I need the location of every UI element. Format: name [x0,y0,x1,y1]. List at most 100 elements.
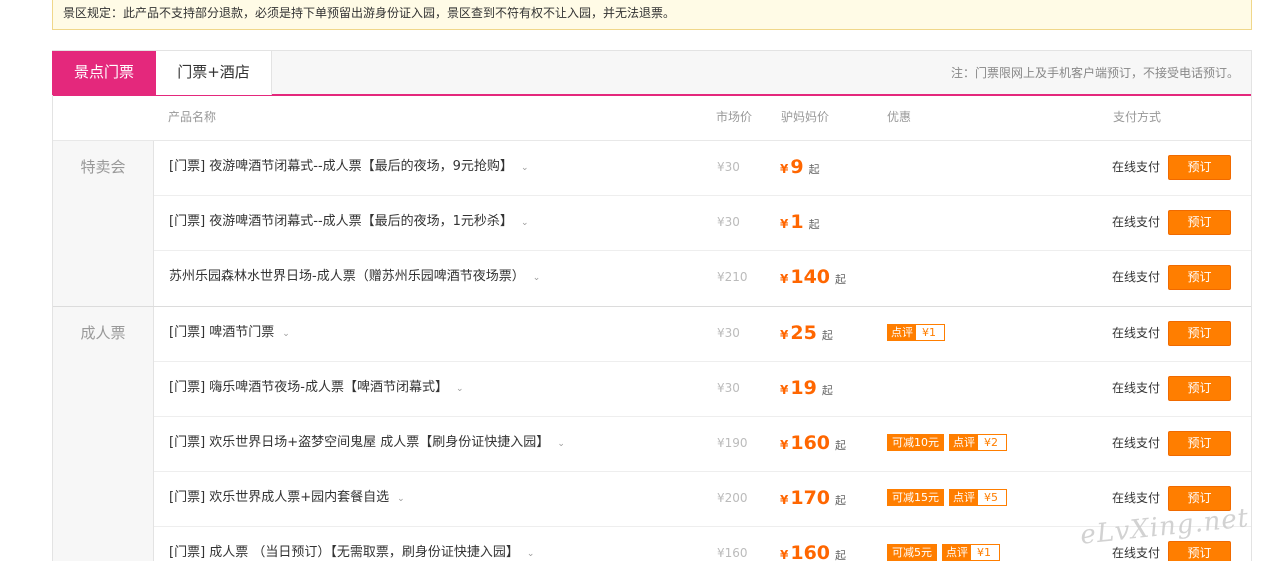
col-market-price: 市场价 [716,110,753,124]
table-row: [门票] 夜游啤酒节闭幕式--成人票【最后的夜场，1元秒杀】 ⌄ ¥30 ¥1 起 在线支… [154,196,1251,251]
notice-text: 景区规定：此产品不支持部分退款，必须是持下单预留出游身份证入园，景区查到不符有权… [63,6,676,20]
price-value: 160 [790,432,831,454]
product-name-text: [门票] 欢乐世界成人票+园内套餐自选 [169,490,390,505]
review-badge: 点评 ¥2 [949,434,1007,451]
product-name[interactable]: [门票] 欢乐世界成人票+园内套餐自选 ⌄ [169,472,405,525]
table-row: [门票] 嗨乐啤酒节夜场-成人票【啤酒节闭幕式】 ⌄ ¥30 ¥19 起 在线支付 预订 [154,362,1251,417]
col-discount: 优惠 [887,110,912,124]
reduce-badge: 可减15元 [887,489,944,506]
payment-method: 在线支付 [1112,381,1161,395]
price-from-label: 起 [821,384,833,397]
price-value: 170 [790,487,831,509]
price-from-label: 起 [835,549,847,561]
product-name[interactable]: [门票] 啤酒节门票 ⌄ [169,307,290,360]
table-row: [门票] 欢乐世界日场+盗梦空间鬼屋 成人票【刷身份证快捷入园】 ⌄ ¥190 ¥16… [154,417,1251,472]
col-lvmama-price: 驴妈妈价 [781,110,830,124]
price-value: 1 [790,211,804,233]
review-badge-value: ¥1 [977,546,991,559]
chevron-down-icon[interactable]: ⌄ [527,528,535,561]
product-name-text: [门票] 成人票 （当日预订）【无需取票，刷身份证快捷入园】 [169,545,519,560]
review-badge-label: 点评 [950,435,978,450]
lvmama-price: ¥160 起 [780,527,846,561]
table-row: [门票] 欢乐世界成人票+园内套餐自选 ⌄ ¥200 ¥170 起可减15元 点评 ¥5 在线… [154,472,1251,527]
review-badge: 点评 ¥5 [949,489,1007,506]
market-price: ¥30 [717,160,740,174]
price-from-label: 起 [808,163,820,176]
lvmama-price: ¥9 起 [780,141,820,196]
review-badge-value: ¥1 [922,326,936,339]
col-payment: 支付方式 [1113,110,1162,124]
review-badge-value: ¥5 [984,491,998,504]
product-name[interactable]: [门票] 欢乐世界日场+盗梦空间鬼屋 成人票【刷身份证快捷入园】 ⌄ [169,417,565,470]
chevron-down-icon[interactable]: ⌄ [397,473,405,525]
discount-tags: 可减5元 点评 ¥1 [887,544,1000,561]
product-name[interactable]: [门票] 夜游啤酒节闭幕式--成人票【最后的夜场，1元秒杀】 ⌄ [169,196,528,249]
chevron-down-icon[interactable]: ⌄ [533,252,541,304]
market-price: ¥160 [717,546,748,560]
book-button[interactable]: 预订 [1168,210,1231,235]
book-button[interactable]: 预订 [1168,376,1231,401]
product-name[interactable]: [门票] 夜游啤酒节闭幕式--成人票【最后的夜场，9元抢购】 ⌄ [169,141,528,194]
payment-method: 在线支付 [1112,326,1161,340]
market-price: ¥190 [717,436,748,450]
review-badge-label: 点评 [888,325,916,340]
notice-bar: 景区规定：此产品不支持部分退款，必须是持下单预留出游身份证入园，景区查到不符有权… [52,0,1252,30]
table-header: 产品名称 市场价 驴妈妈价 优惠 支付方式 [53,96,1251,141]
market-price: ¥30 [717,381,740,395]
chevron-down-icon[interactable]: ⌄ [282,308,290,360]
review-badge-label: 点评 [950,490,978,505]
product-name-text: 苏州乐园森林水世界日场-成人票（赠苏州乐园啤酒节夜场票） [169,269,525,284]
ticket-group: 特卖会 [门票] 夜游啤酒节闭幕式--成人票【最后的夜场，9元抢购】 ⌄ ¥30 ¥9 起… [53,141,1251,307]
currency-symbol: ¥ [780,548,789,561]
product-name-text: [门票] 啤酒节门票 [169,325,275,340]
product-name-text: [门票] 嗨乐啤酒节夜场-成人票【啤酒节闭幕式】 [169,380,448,395]
ticket-groups: 特卖会 [门票] 夜游啤酒节闭幕式--成人票【最后的夜场，9元抢购】 ⌄ ¥30 ¥9 起… [53,141,1251,561]
chevron-down-icon[interactable]: ⌄ [521,142,529,194]
currency-symbol: ¥ [780,328,789,342]
lvmama-price: ¥140 起 [780,251,846,306]
ticket-panel: 景点门票 门票+酒店 注：门票限网上及手机客户端预订，不接受电话预订。 产品名称… [52,50,1252,561]
book-button[interactable]: 预订 [1168,155,1231,180]
tab-ticket-hotel[interactable]: 门票+酒店 [156,51,272,95]
product-name-text: [门票] 夜游啤酒节闭幕式--成人票【最后的夜场，9元抢购】 [169,159,513,174]
product-name-text: [门票] 夜游啤酒节闭幕式--成人票【最后的夜场，1元秒杀】 [169,214,513,229]
payment-method: 在线支付 [1112,436,1161,450]
product-name[interactable]: [门票] 嗨乐啤酒节夜场-成人票【啤酒节闭幕式】 ⌄ [169,362,464,415]
book-button[interactable]: 预订 [1168,265,1231,290]
lvmama-price: ¥160 起 [780,417,846,472]
tab-scenic-tickets[interactable]: 景点门票 [52,51,156,95]
table-row: [门票] 啤酒节门票 ⌄ ¥30 ¥25 起 点评 ¥1 在线支付 预订 [154,307,1251,362]
book-button[interactable]: 预订 [1168,541,1231,561]
currency-symbol: ¥ [780,438,789,452]
discount-tags: 可减10元 点评 ¥2 [887,434,1007,451]
price-from-label: 起 [835,439,847,452]
payment-method: 在线支付 [1112,160,1161,174]
book-button[interactable]: 预订 [1168,321,1231,346]
ticket-group: 成人票 [门票] 啤酒节门票 ⌄ ¥30 ¥25 起点评 ¥1 在线支付 预订 [门票] 嗨乐啤酒… [53,307,1251,561]
lvmama-price: ¥1 起 [780,196,820,251]
reduce-badge: 可减5元 [887,544,937,561]
chevron-down-icon[interactable]: ⌄ [521,197,529,249]
currency-symbol: ¥ [780,493,789,507]
lvmama-price: ¥170 起 [780,472,846,527]
group-label: 成人票 [53,307,154,561]
price-value: 19 [790,377,817,399]
review-badge: 点评 ¥1 [887,324,945,341]
currency-symbol: ¥ [780,383,789,397]
review-badge-label: 点评 [943,545,971,560]
reduce-badge: 可减10元 [887,434,944,451]
discount-tags: 点评 ¥1 [887,324,945,341]
price-from-label: 起 [808,218,820,231]
product-name[interactable]: 苏州乐园森林水世界日场-成人票（赠苏州乐园啤酒节夜场票） ⌄ [169,251,540,304]
price-from-label: 起 [821,329,833,342]
product-name[interactable]: [门票] 成人票 （当日预订）【无需取票，刷身份证快捷入园】 ⌄ [169,527,534,561]
price-value: 160 [790,542,831,561]
book-button[interactable]: 预订 [1168,431,1231,456]
table-row: 苏州乐园森林水世界日场-成人票（赠苏州乐园啤酒节夜场票） ⌄ ¥210 ¥140 起 在线… [154,251,1251,306]
chevron-down-icon[interactable]: ⌄ [557,418,565,470]
market-price: ¥200 [717,491,748,505]
lvmama-price: ¥25 起 [780,307,833,362]
discount-tags: 可减15元 点评 ¥5 [887,489,1007,506]
chevron-down-icon[interactable]: ⌄ [456,363,464,415]
price-value: 140 [790,266,831,288]
